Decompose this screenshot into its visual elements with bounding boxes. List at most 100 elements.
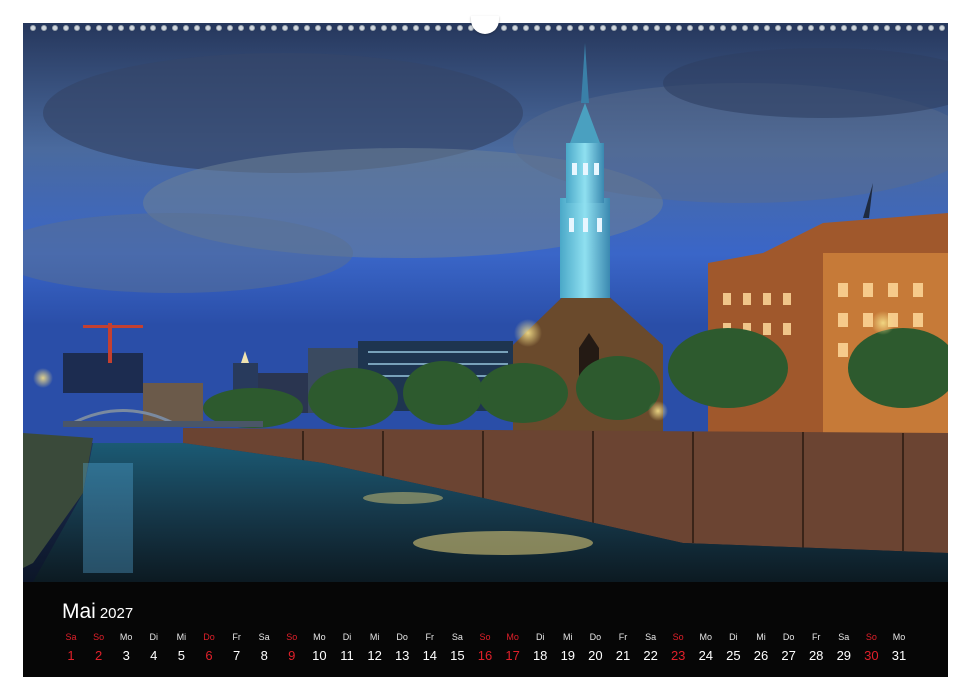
binding-hole [577, 25, 584, 31]
binding-hole [281, 25, 288, 31]
weekday-label: Sa [258, 632, 270, 642]
calendar-day: Do 13 [389, 630, 415, 665]
binding-hole [851, 25, 858, 31]
binding-hole [457, 25, 464, 31]
day-number: 18 [532, 648, 548, 663]
binding-hole [873, 25, 880, 31]
binding-hole [238, 25, 245, 31]
binding-hole [741, 25, 748, 31]
month-year: 2027 [99, 605, 134, 622]
weekday-label: Di [149, 632, 159, 642]
binding-hole [522, 25, 529, 31]
calendar-day: Fr 21 [610, 630, 636, 665]
weekday-label: Fr [425, 632, 435, 642]
photo-illustration [23, 23, 948, 582]
binding-hole [292, 25, 299, 31]
binding-hole [665, 25, 672, 31]
binding-hole [818, 25, 825, 31]
day-number: 19 [560, 648, 576, 663]
binding-hole [906, 25, 913, 31]
binding-hole [205, 25, 212, 31]
weekday-label: Mi [563, 632, 573, 642]
weekday-label: Mo [506, 632, 519, 642]
binding-hole [172, 25, 179, 31]
month-title: Mai 2027 [62, 600, 133, 624]
binding-hole [500, 25, 507, 31]
calendar-day: Mo 24 [693, 630, 719, 665]
day-number: 23 [670, 648, 686, 663]
binding-hole [249, 25, 256, 31]
binding-hole [62, 25, 69, 31]
day-number: 30 [864, 648, 879, 663]
day-number: 25 [726, 648, 741, 663]
binding-hole [128, 25, 135, 31]
calendar-day: So 16 [472, 630, 498, 665]
binding-hole [895, 25, 902, 31]
binding-hole [928, 25, 935, 31]
month-name: Mai [62, 600, 96, 623]
weekday-label: Do [203, 632, 215, 642]
binding-hole [599, 25, 606, 31]
day-number: 14 [422, 648, 438, 663]
binding-hole [391, 25, 398, 31]
weekday-label: Mi [176, 632, 187, 642]
day-number: 10 [312, 648, 327, 663]
day-number: 29 [836, 648, 852, 663]
day-number: 20 [588, 648, 603, 663]
binding-hole [40, 25, 47, 31]
binding-hole [270, 25, 277, 31]
binding-hole [347, 25, 354, 31]
calendar-day: Do 27 [776, 630, 802, 665]
day-grid: Sa 1 So 2 Mo 3 Di 4 Mi 5 Do 6 Fr 7 Sa 8 So 9 Mo 10 Di 11 Mi 12 D… [58, 630, 928, 670]
binding-hole [183, 25, 190, 31]
calendar-day: Fr 28 [803, 630, 829, 665]
calendar-day: Mi 12 [362, 630, 388, 665]
binding-hole [30, 25, 36, 31]
weekday-label: Mo [313, 632, 326, 642]
binding-hole [588, 25, 595, 31]
day-number: 7 [232, 648, 241, 663]
binding-hole [555, 25, 562, 31]
calendar-day: So 2 [86, 630, 112, 665]
calendar-day: Mo 31 [886, 630, 912, 665]
binding-hole [194, 25, 201, 31]
calendar-day: Mi 26 [748, 630, 774, 665]
day-number: 11 [340, 648, 354, 663]
weekday-label: Sa [645, 632, 657, 642]
binding-hole [544, 25, 551, 31]
binding-hole [161, 25, 168, 31]
day-number: 2 [94, 648, 103, 663]
binding-hole [424, 25, 431, 31]
day-number: 22 [643, 648, 658, 663]
binding-hole [227, 25, 234, 31]
calendar-day: Di 11 [334, 630, 360, 665]
calendar-day: Mo 10 [306, 630, 332, 665]
binding-hole [260, 25, 267, 31]
day-number: 17 [505, 648, 520, 663]
weekday-label: So [93, 632, 105, 642]
calendar-day: So 30 [858, 630, 884, 665]
binding-hole [654, 25, 661, 31]
day-number: 8 [260, 648, 268, 663]
day-number: 4 [150, 648, 158, 663]
weekday-label: Mo [892, 632, 906, 642]
binding-hole [698, 25, 705, 31]
binding-hole [884, 25, 891, 31]
binding-hole [643, 25, 650, 31]
binding-hole [676, 25, 683, 31]
binding-hole [752, 25, 759, 31]
binding-hole [139, 25, 146, 31]
binding-hole [785, 25, 792, 31]
weekday-label: Mi [756, 632, 766, 642]
day-number: 26 [753, 648, 769, 663]
weekday-label: Di [342, 632, 352, 642]
binding-hole [511, 25, 518, 31]
binding-hole [709, 25, 716, 31]
binding-hole [369, 25, 376, 31]
binding-hole [117, 25, 124, 31]
binding-hole [917, 25, 924, 31]
calendar-day: Sa 22 [638, 630, 664, 665]
binding-hole [106, 25, 113, 31]
weekday-label: So [286, 632, 298, 642]
binding-hole [566, 25, 573, 31]
